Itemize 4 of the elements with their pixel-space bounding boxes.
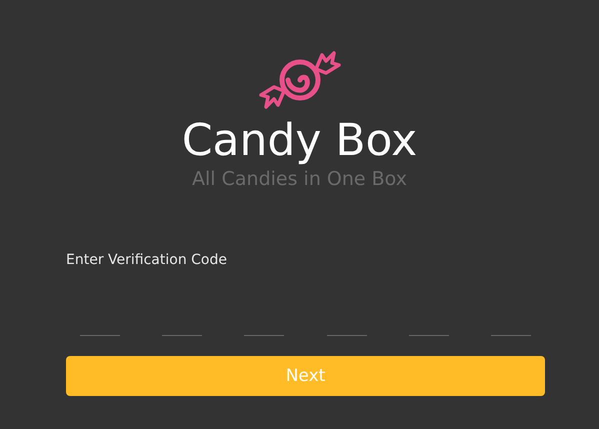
- next-button[interactable]: Next: [66, 356, 545, 396]
- app-title: Candy Box: [182, 115, 418, 167]
- field-label: Enter Verification Code: [66, 251, 227, 269]
- candy-icon: [258, 49, 342, 111]
